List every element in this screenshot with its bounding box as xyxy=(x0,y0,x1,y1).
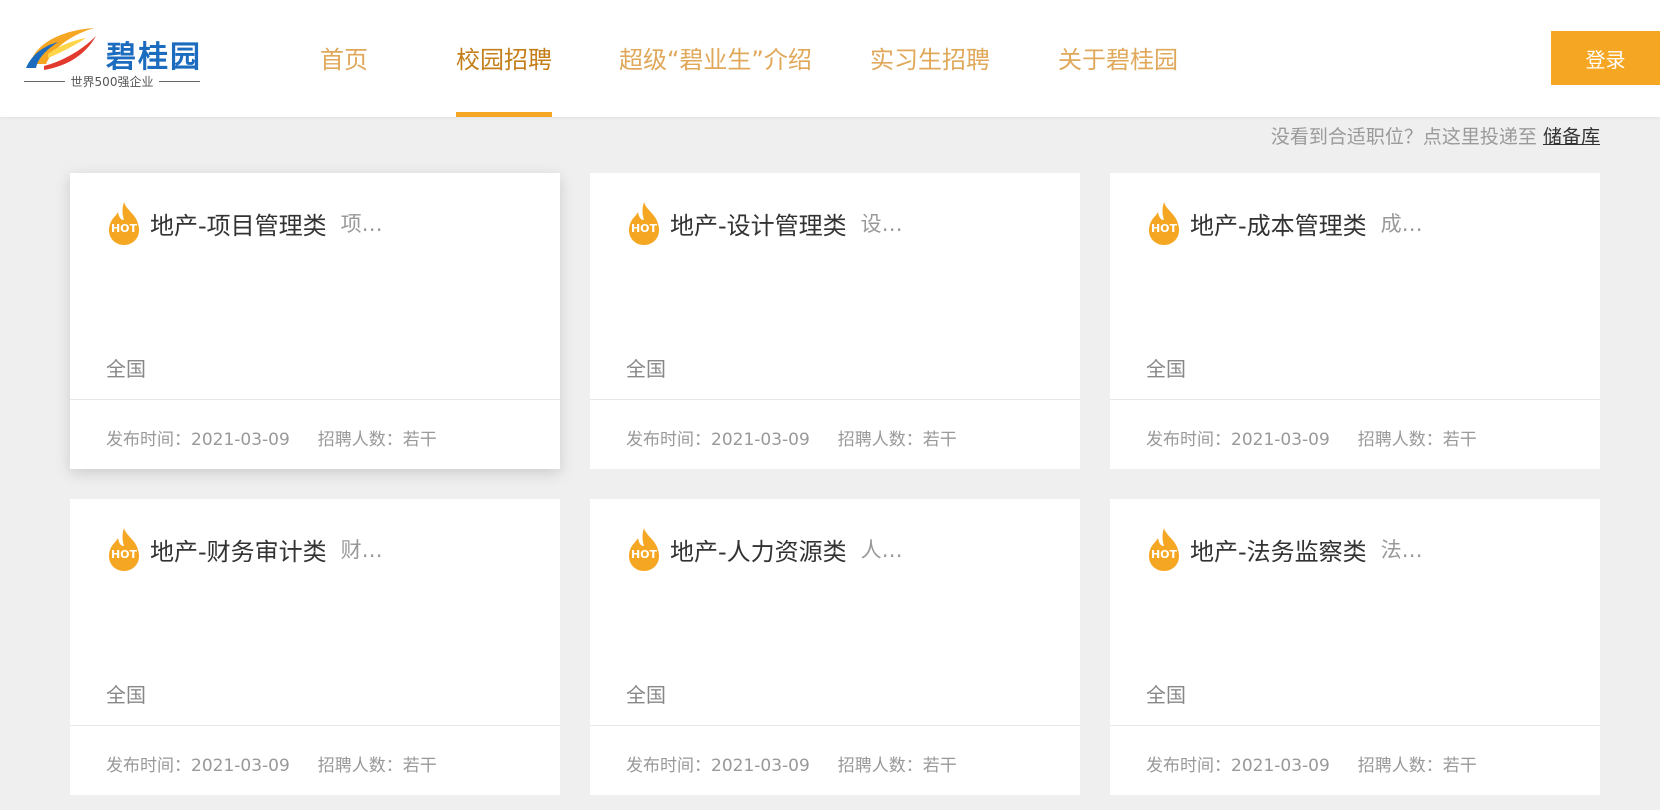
hire-count: 若干 xyxy=(922,756,957,776)
logo[interactable]: 碧桂园 世界500强企业 xyxy=(24,24,200,94)
hire-count-label: 招聘人数： xyxy=(837,430,923,450)
job-card-title-row: HOT 地产-成本管理类 成… xyxy=(1146,200,1423,246)
hot-badge-text: HOT xyxy=(630,548,658,561)
hot-badge-text: HOT xyxy=(630,222,658,235)
job-card[interactable]: HOT 地产-设计管理类 设… 全国 发布时间：2021-03-09 招聘人数：若… xyxy=(590,173,1080,469)
job-title: 地产-成本管理类 xyxy=(1190,211,1367,240)
job-card[interactable]: HOT 地产-人力资源类 人… 全国 发布时间：2021-03-09 招聘人数：若… xyxy=(590,499,1080,795)
hire-count-label: 招聘人数： xyxy=(837,756,923,776)
hire-count-label: 招聘人数： xyxy=(1357,756,1443,776)
job-subtitle: 设… xyxy=(860,212,903,236)
flame-icon: HOT xyxy=(1146,526,1182,572)
nav-item-intern-recruitment[interactable]: 实习生招聘 xyxy=(870,40,990,75)
publish-date: 2021-03-09 xyxy=(711,756,810,776)
reserve-pool-link[interactable]: 储备库 xyxy=(1543,126,1600,148)
site-header: 碧桂园 世界500强企业 首页 校园招聘 超级“碧业生”介绍 实习生招聘 关于碧… xyxy=(0,0,1660,117)
reserve-hint-text: 没看到合适职位？点这里投递至 xyxy=(1270,126,1537,148)
job-meta: 发布时间：2021-03-09 招聘人数：若干 xyxy=(106,425,437,450)
reserve-hint: 没看到合适职位？点这里投递至 储备库 xyxy=(1271,122,1600,149)
nav-item-campus-recruitment[interactable]: 校园招聘 xyxy=(456,40,552,75)
job-card-title-row: HOT 地产-设计管理类 设… xyxy=(626,200,903,246)
hot-badge-text: HOT xyxy=(1150,222,1178,235)
publish-date: 2021-03-09 xyxy=(711,430,810,450)
job-card[interactable]: HOT 地产-财务审计类 财… 全国 发布时间：2021-03-09 招聘人数：若… xyxy=(70,499,560,795)
flame-icon: HOT xyxy=(106,200,142,246)
hire-count-label: 招聘人数： xyxy=(1357,430,1443,450)
nav-item-super-graduates[interactable]: 超级“碧业生”介绍 xyxy=(619,40,812,75)
job-card[interactable]: HOT 地产-成本管理类 成… 全国 发布时间：2021-03-09 招聘人数：若… xyxy=(1110,173,1600,469)
job-title: 地产-设计管理类 xyxy=(670,211,847,240)
hire-count: 若干 xyxy=(402,756,437,776)
card-divider xyxy=(590,725,1080,726)
publish-date: 2021-03-09 xyxy=(191,756,290,776)
publish-label: 发布时间： xyxy=(626,756,711,776)
flame-icon: HOT xyxy=(106,526,142,572)
job-meta: 发布时间：2021-03-09 招聘人数：若干 xyxy=(626,425,957,450)
logo-name: 碧桂园 xyxy=(106,40,202,75)
hot-badge-text: HOT xyxy=(110,222,138,235)
job-location: 全国 xyxy=(626,357,666,381)
job-card-title-row: HOT 地产-法务监察类 法… xyxy=(1146,526,1423,572)
hot-badge-text: HOT xyxy=(110,548,138,561)
job-location: 全国 xyxy=(106,683,146,707)
publish-label: 发布时间： xyxy=(626,430,711,450)
job-subtitle: 人… xyxy=(860,538,903,562)
logo-swoosh-icon xyxy=(26,28,96,70)
job-card-title-row: HOT 地产-项目管理类 项… xyxy=(106,200,383,246)
hire-count-label: 招聘人数： xyxy=(317,756,403,776)
hire-count-label: 招聘人数： xyxy=(317,430,403,450)
card-divider xyxy=(1110,399,1600,400)
job-location: 全国 xyxy=(1146,683,1186,707)
card-divider xyxy=(70,399,560,400)
card-divider xyxy=(590,399,1080,400)
publish-label: 发布时间： xyxy=(106,430,191,450)
card-divider xyxy=(1110,725,1600,726)
job-card[interactable]: HOT 地产-法务监察类 法… 全国 发布时间：2021-03-09 招聘人数：若… xyxy=(1110,499,1600,795)
job-subtitle: 成… xyxy=(1380,212,1423,236)
nav-item-about[interactable]: 关于碧桂园 xyxy=(1058,40,1178,75)
publish-date: 2021-03-09 xyxy=(1231,430,1330,450)
publish-label: 发布时间： xyxy=(1146,430,1231,450)
nav-active-underline xyxy=(456,112,552,117)
logo-line-right xyxy=(159,81,200,82)
job-meta: 发布时间：2021-03-09 招聘人数：若干 xyxy=(626,751,957,776)
job-title: 地产-人力资源类 xyxy=(670,537,847,566)
job-card-title-row: HOT 地产-人力资源类 人… xyxy=(626,526,903,572)
flame-icon: HOT xyxy=(1146,200,1182,246)
job-subtitle: 项… xyxy=(340,212,383,236)
flame-icon: HOT xyxy=(626,526,662,572)
job-title: 地产-项目管理类 xyxy=(150,211,327,240)
logo-subtitle-text: 世界500强企业 xyxy=(70,75,154,89)
job-title: 地产-财务审计类 xyxy=(150,537,327,566)
hire-count: 若干 xyxy=(1442,756,1477,776)
job-subtitle: 财… xyxy=(340,538,383,562)
logo-subtitle: 世界500强企业 xyxy=(24,73,200,90)
job-card-title-row: HOT 地产-财务审计类 财… xyxy=(106,526,383,572)
flame-icon: HOT xyxy=(626,200,662,246)
publish-label: 发布时间： xyxy=(1146,756,1231,776)
hire-count: 若干 xyxy=(1442,430,1477,450)
login-button[interactable]: 登录 xyxy=(1551,31,1660,85)
job-subtitle: 法… xyxy=(1380,538,1423,562)
job-meta: 发布时间：2021-03-09 招聘人数：若干 xyxy=(106,751,437,776)
hire-count: 若干 xyxy=(922,430,957,450)
publish-date: 2021-03-09 xyxy=(191,430,290,450)
logo-line-left xyxy=(24,81,65,82)
hire-count: 若干 xyxy=(402,430,437,450)
publish-date: 2021-03-09 xyxy=(1231,756,1330,776)
job-location: 全国 xyxy=(626,683,666,707)
job-location: 全国 xyxy=(106,357,146,381)
job-card-grid: HOT 地产-项目管理类 项… 全国 发布时间：2021-03-09 招聘人数：若… xyxy=(70,173,1601,795)
job-meta: 发布时间：2021-03-09 招聘人数：若干 xyxy=(1146,425,1477,450)
job-meta: 发布时间：2021-03-09 招聘人数：若干 xyxy=(1146,751,1477,776)
card-divider xyxy=(70,725,560,726)
job-location: 全国 xyxy=(1146,357,1186,381)
nav-item-home[interactable]: 首页 xyxy=(320,40,368,75)
publish-label: 发布时间： xyxy=(106,756,191,776)
hot-badge-text: HOT xyxy=(1150,548,1178,561)
job-card[interactable]: HOT 地产-项目管理类 项… 全国 发布时间：2021-03-09 招聘人数：若… xyxy=(70,173,560,469)
job-title: 地产-法务监察类 xyxy=(1190,537,1367,566)
